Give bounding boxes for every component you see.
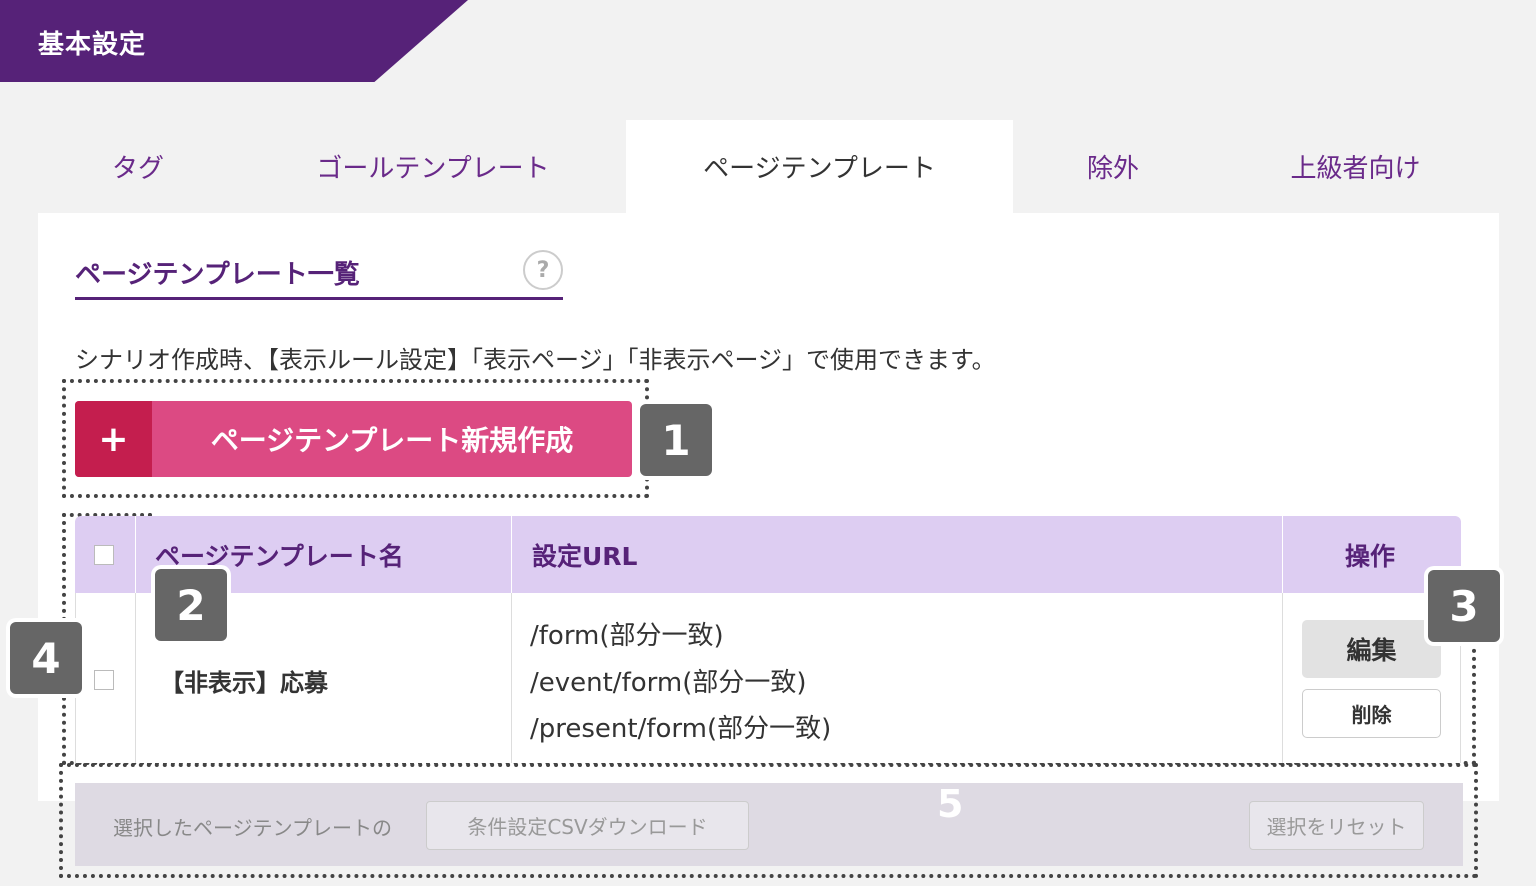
annotation-number-5: 5 [937, 782, 964, 826]
csv-download-button[interactable]: 条件設定CSVダウンロード [426, 801, 749, 850]
url-item: /form(部分一致) [530, 621, 724, 651]
select-all-checkbox[interactable] [94, 545, 114, 565]
header-url: 設定URL [532, 541, 638, 571]
help-icon[interactable]: ? [523, 250, 563, 290]
annotation-badge-1: 1 [640, 404, 712, 476]
tab-advanced[interactable]: 上級者向け [1273, 120, 1438, 213]
annotation-badge-3: 3 [1428, 570, 1500, 642]
header-banner: 基本設定 [0, 0, 468, 82]
tab-goal-template[interactable]: ゴールテンプレート [288, 120, 578, 213]
section-title: ページテンプレート一覧 [75, 260, 360, 290]
annotation-badge-2: 2 [155, 569, 227, 641]
annotation-badge-4: 4 [10, 622, 82, 694]
section-heading: ページテンプレート一覧 [75, 250, 563, 300]
url-item: /event/form(部分一致) [530, 668, 807, 698]
new-button-label: ページテンプレート新規作成 [210, 424, 574, 457]
bulk-action-label: 選択したページテンプレートの [113, 816, 392, 840]
tab-page-template[interactable]: ページテンプレート [626, 120, 1013, 213]
delete-button[interactable]: 削除 [1302, 689, 1441, 738]
template-name: 【非表示】応募 [160, 669, 328, 697]
url-item: /present/form(部分一致) [530, 714, 832, 744]
table-row: 【非表示】応募 /form(部分一致) /event/form(部分一致) /p… [75, 593, 1461, 763]
plus-icon: + [75, 401, 152, 477]
tab-tag[interactable]: タグ [78, 120, 198, 213]
reset-selection-button[interactable]: 選択をリセット [1249, 801, 1424, 850]
tab-exclude[interactable]: 除外 [1053, 120, 1173, 213]
table-header: ページテンプレート名 設定URL 操作 [75, 516, 1461, 593]
header-actions: 操作 [1345, 541, 1396, 571]
new-page-template-button[interactable]: + ページテンプレート新規作成 [75, 401, 632, 477]
header-title: 基本設定 [38, 30, 147, 60]
tab-bar: タグ ゴールテンプレート ページテンプレート 除外 上級者向け [38, 120, 1499, 213]
row-checkbox[interactable] [94, 670, 114, 690]
section-description: シナリオ作成時、【表示ルール設定】「表示ページ」「非表示ページ」で使用できます。 [75, 346, 996, 374]
edit-button[interactable]: 編集 [1302, 620, 1441, 678]
